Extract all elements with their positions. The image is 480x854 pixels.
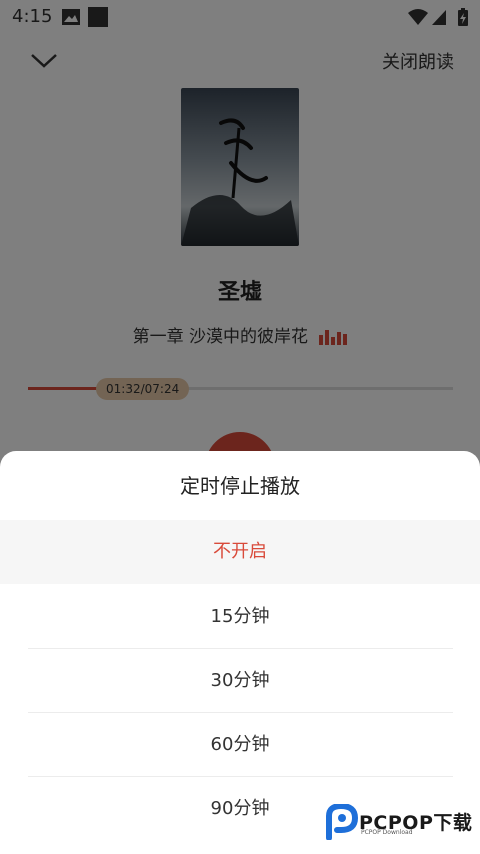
sheet-title: 定时停止播放 — [180, 474, 300, 498]
timer-option-60min[interactable]: 60分钟 — [0, 713, 480, 777]
timer-bottom-sheet: 定时停止播放 不开启 15分钟 30分钟 60分钟 90分钟 — [0, 451, 480, 854]
pcpop-logo-icon — [326, 804, 359, 840]
pcpop-watermark: PCPOP下载 PCPOP Download — [325, 802, 475, 842]
timer-option-30min[interactable]: 30分钟 — [0, 649, 480, 713]
timer-option-off[interactable]: 不开启 — [0, 520, 480, 584]
timer-option-15min[interactable]: 15分钟 — [0, 585, 480, 649]
watermark-subtext: PCPOP Download — [361, 829, 413, 836]
